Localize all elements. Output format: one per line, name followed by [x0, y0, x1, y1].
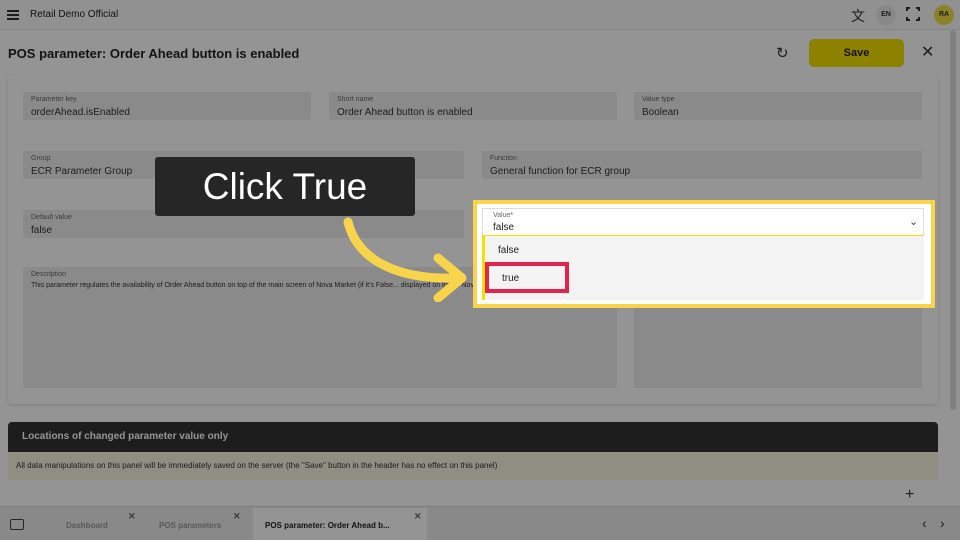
- value-label: Value*: [493, 212, 514, 219]
- chevron-down-icon[interactable]: ⌄: [909, 215, 918, 228]
- option-true[interactable]: true: [485, 262, 569, 293]
- value-select[interactable]: Value* false ⌄: [482, 208, 924, 236]
- pointer-arrow-icon: [343, 217, 467, 302]
- value-highlight: Value* false ⌄ false true: [473, 200, 935, 308]
- option-true-label: true: [502, 273, 520, 284]
- option-false[interactable]: false: [498, 245, 519, 256]
- value-dropdown: false true: [482, 236, 924, 300]
- value-current: false: [493, 222, 515, 233]
- instruction-callout: Click True: [155, 157, 415, 216]
